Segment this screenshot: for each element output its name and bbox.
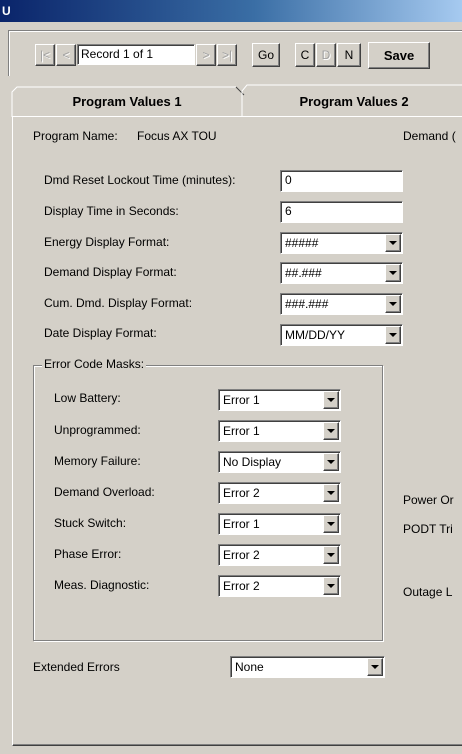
first-record-icon: |< xyxy=(39,48,51,62)
chevron-down-icon[interactable] xyxy=(323,391,339,409)
date-display-format-select[interactable]: MM/DD/YY xyxy=(280,324,403,346)
outage-log-label: Outage L xyxy=(403,585,453,599)
low-battery-select[interactable]: Error 1 xyxy=(218,389,341,411)
phase-error-value: Error 2 xyxy=(223,548,260,562)
program-name-label: Program Name: xyxy=(33,129,118,143)
demand-overload-value: Error 2 xyxy=(223,486,260,500)
phase-error-label: Phase Error: xyxy=(54,547,122,561)
error-code-masks-title: Error Code Masks: xyxy=(42,357,147,371)
extended-errors-label: Extended Errors xyxy=(33,660,120,674)
go-button[interactable]: Go xyxy=(252,43,280,67)
display-time-input[interactable]: 6 xyxy=(280,201,403,223)
d-button-label: D xyxy=(321,48,331,62)
unprogrammed-value: Error 1 xyxy=(223,424,260,438)
power-outage-label: Power Or xyxy=(403,493,454,507)
stuck-switch-value: Error 1 xyxy=(223,517,260,531)
window-title: U xyxy=(2,4,11,18)
first-record-button[interactable]: |< xyxy=(35,44,55,66)
record-position-field[interactable]: Record 1 of 1 xyxy=(77,44,195,65)
c-button-label: C xyxy=(300,48,310,62)
dmd-reset-lockout-input[interactable]: 0 xyxy=(280,170,403,192)
energy-display-format-label: Energy Display Format: xyxy=(44,235,170,249)
chevron-down-icon[interactable] xyxy=(323,546,339,564)
program-name-value: Focus AX TOU xyxy=(137,129,217,143)
chevron-down-icon[interactable] xyxy=(367,658,383,676)
chevron-down-icon[interactable] xyxy=(323,453,339,471)
meas-diagnostic-label: Meas. Diagnostic: xyxy=(54,578,150,592)
n-button[interactable]: N xyxy=(337,43,361,67)
chevron-down-icon[interactable] xyxy=(323,484,339,502)
demand-overload-select[interactable]: Error 2 xyxy=(218,482,341,504)
tab-program-values-2-label: Program Values 2 xyxy=(299,93,409,109)
date-display-format-label: Date Display Format: xyxy=(44,326,157,340)
tab-program-values-2[interactable]: Program Values 2 xyxy=(246,86,462,116)
display-time-label: Display Time in Seconds: xyxy=(44,204,179,218)
stuck-switch-select[interactable]: Error 1 xyxy=(218,513,341,535)
low-battery-label: Low Battery: xyxy=(54,391,121,405)
go-button-label: Go xyxy=(257,48,274,62)
chevron-down-icon[interactable] xyxy=(385,264,401,282)
meas-diagnostic-value: Error 2 xyxy=(223,579,260,593)
previous-record-icon: < xyxy=(62,48,70,62)
last-record-icon: >| xyxy=(221,48,233,62)
memory-failure-select[interactable]: No Display xyxy=(218,451,341,473)
window-title-bar: U xyxy=(0,0,462,22)
demand-display-format-label: Demand Display Format: xyxy=(44,265,177,279)
last-record-button[interactable]: >| xyxy=(217,44,237,66)
tab-program-values-1-label: Program Values 1 xyxy=(72,93,182,109)
cum-dmd-display-format-label: Cum. Dmd. Display Format: xyxy=(44,296,193,310)
n-button-label: N xyxy=(344,48,354,62)
phase-error-select[interactable]: Error 2 xyxy=(218,544,341,566)
memory-failure-label: Memory Failure: xyxy=(54,454,141,468)
chevron-down-icon[interactable] xyxy=(385,326,401,344)
d-button[interactable]: D xyxy=(316,43,336,67)
demand-overload-label: Demand Overload: xyxy=(54,485,155,499)
demand-display-format-value: ##.### xyxy=(285,266,322,280)
low-battery-value: Error 1 xyxy=(223,393,260,407)
save-button[interactable]: Save xyxy=(368,42,430,69)
chevron-down-icon[interactable] xyxy=(323,577,339,595)
memory-failure-value: No Display xyxy=(223,455,282,469)
cum-dmd-display-format-value: ###.### xyxy=(285,297,329,311)
podt-trigger-label: PODT Tri xyxy=(403,522,453,536)
extended-errors-value: None xyxy=(235,660,264,674)
chevron-down-icon[interactable] xyxy=(385,295,401,313)
chevron-down-icon[interactable] xyxy=(385,234,401,252)
demand-display-format-select[interactable]: ##.### xyxy=(280,262,403,284)
chevron-down-icon[interactable] xyxy=(323,422,339,440)
cum-dmd-display-format-select[interactable]: ###.### xyxy=(280,293,403,315)
chevron-down-icon[interactable] xyxy=(323,515,339,533)
demand-section-header: Demand ( xyxy=(403,129,456,143)
previous-record-button[interactable]: < xyxy=(56,44,76,66)
next-record-button[interactable]: > xyxy=(196,44,216,66)
date-display-format-value: MM/DD/YY xyxy=(285,328,345,342)
tab-program-values-1[interactable]: Program Values 1 xyxy=(14,88,240,114)
save-button-label: Save xyxy=(383,48,415,63)
meas-diagnostic-select[interactable]: Error 2 xyxy=(218,575,341,597)
c-button[interactable]: C xyxy=(295,43,315,67)
stuck-switch-label: Stuck Switch: xyxy=(54,516,127,530)
unprogrammed-label: Unprogrammed: xyxy=(54,423,141,437)
extended-errors-select[interactable]: None xyxy=(230,656,385,678)
next-record-icon: > xyxy=(202,48,210,62)
energy-display-format-select[interactable]: ##### xyxy=(280,232,403,254)
energy-display-format-value: ##### xyxy=(285,236,319,250)
unprogrammed-select[interactable]: Error 1 xyxy=(218,420,341,442)
dmd-reset-lockout-label: Dmd Reset Lockout Time (minutes): xyxy=(44,173,236,187)
